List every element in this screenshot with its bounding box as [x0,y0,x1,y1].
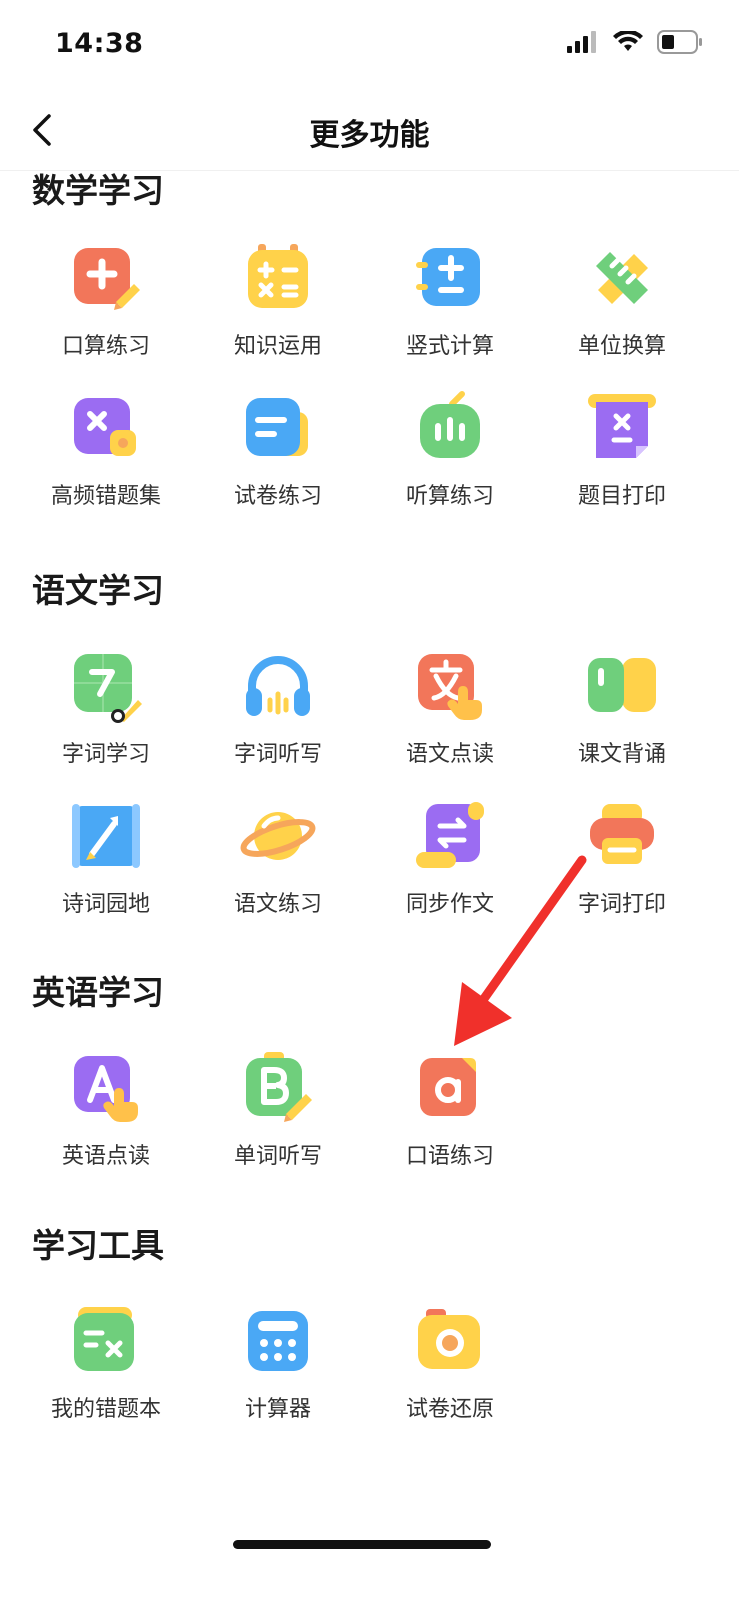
ruler-icon [596,252,648,304]
section-title: 学习工具 [32,1226,164,1265]
print-x-icon [588,394,656,458]
tile-oral-english[interactable]: 口语练习 [364,1040,536,1190]
nav-bar: 更多功能 [0,90,739,171]
tile-label: 同步作文 [405,892,494,917]
calculator-icon [248,1311,308,1371]
tile-label: 口语练习 [405,1144,494,1169]
calculator-sign-icon [248,244,308,308]
swap-scroll-icon [416,802,484,868]
book-blocks-icon [588,658,656,712]
section-title: 数学学习 [32,171,164,210]
vertical-calc-icon [416,248,480,306]
tile-error-book[interactable]: 我的错题本 [20,1293,192,1443]
tile-label: 课文背诵 [577,742,666,767]
tile-label: 口算练习 [61,334,150,359]
tile-label: 试卷练习 [233,484,322,509]
tile-sync-essay[interactable]: 同步作文 [364,788,536,938]
battery-icon [657,30,702,54]
tile-label: 我的错题本 [50,1397,161,1422]
tile-poetry-garden[interactable]: 诗词园地 [20,788,192,938]
tile-label: 语文点读 [405,742,494,767]
section-title: 英语学习 [32,973,164,1012]
section-tools: 学习工具 我的错题本 计算器 试卷还原 [0,1215,739,1435]
tile-label: 知识运用 [233,334,322,359]
tile-vertical-calc[interactable]: 竖式计算 [364,230,536,380]
feature-grid: 我的错题本 计算器 试卷还原 [20,1293,719,1443]
tile-knowledge-apply[interactable]: 知识运用 [192,230,364,380]
planet-icon [240,812,316,860]
camera-icon [418,1309,480,1369]
printer-icon [590,804,654,864]
page-title: 更多功能 [309,118,430,153]
status-icons [567,30,703,54]
letter-a-lower-icon [420,1058,476,1116]
tile-word-print[interactable]: 字词打印 [536,788,708,938]
section-math: 数学学习 口算练习 知识运用 竖式计算 单位换算 高频错题集 试卷练习 听算练习… [0,160,739,520]
tile-label: 英语点读 [61,1144,150,1169]
tile-exam-practice[interactable]: 试卷练习 [192,380,364,530]
tile-calculator[interactable]: 计算器 [192,1293,364,1443]
tile-label: 单词听写 [233,1144,322,1169]
tile-oral-calc[interactable]: 口算练习 [20,230,192,380]
section-english: 英语学习 英语点读 单词听写 口语练习 [0,962,739,1182]
tile-label: 单位换算 [577,334,666,359]
home-indicator[interactable] [233,1540,491,1549]
tile-question-print[interactable]: 题目打印 [536,380,708,530]
audio-bars-icon [420,391,480,458]
status-bar: 14:38 [0,0,739,90]
feature-grid: 字词学习 字词听写 语文点读 课文背诵 诗词园地 语文练习 同步作文 字词打印 [20,638,719,938]
tile-text-recite[interactable]: 课文背诵 [536,638,708,788]
letter-b-pencil-icon [246,1052,312,1122]
plus-pencil-icon [74,248,140,310]
tile-label: 字词听写 [233,742,322,767]
tile-label: 试卷还原 [405,1397,494,1422]
tile-listen-calc[interactable]: 听算练习 [364,380,536,530]
tile-label: 计算器 [244,1397,311,1422]
x-coin-icon [74,398,136,456]
tile-english-read[interactable]: 英语点读 [20,1040,192,1190]
character-brush-icon [74,654,142,723]
paper-icon [246,398,308,456]
cellular-signal-icon [567,31,596,53]
tile-frequent-errors[interactable]: 高频错题集 [20,380,192,530]
tile-chinese-read[interactable]: 语文点读 [364,638,536,788]
scroll-brush-icon [72,804,140,868]
tile-chinese-practice[interactable]: 语文练习 [192,788,364,938]
tile-label: 听算练习 [405,484,494,509]
tile-word-learning[interactable]: 字词学习 [20,638,192,788]
section-title: 语文学习 [32,571,164,610]
tile-label: 字词学习 [61,742,150,767]
error-book-icon [74,1307,134,1371]
wifi-icon [613,31,643,51]
letter-a-hand-icon [74,1056,138,1122]
tile-label: 语文练习 [233,892,322,917]
wen-hand-icon [418,654,482,720]
headphones-icon [246,656,310,716]
tile-label: 竖式计算 [405,334,494,359]
feature-grid: 英语点读 单词听写 口语练习 [20,1040,719,1190]
feature-grid: 口算练习 知识运用 竖式计算 单位换算 高频错题集 试卷练习 听算练习 题目打印 [20,230,719,530]
tile-label: 题目打印 [577,484,666,509]
tile-label: 字词打印 [577,892,666,917]
tile-exam-restore[interactable]: 试卷还原 [364,1293,536,1443]
tile-word-dictation-en[interactable]: 单词听写 [192,1040,364,1190]
tile-word-dictation[interactable]: 字词听写 [192,638,364,788]
section-chinese: 语文学习 字词学习 字词听写 语文点读 课文背诵 诗词园地 语文练习 同步作文 … [0,560,739,920]
tile-label: 诗词园地 [61,892,150,917]
tile-label: 高频错题集 [50,484,161,509]
tile-unit-convert[interactable]: 单位换算 [536,230,708,380]
status-time: 14:38 [55,28,144,59]
